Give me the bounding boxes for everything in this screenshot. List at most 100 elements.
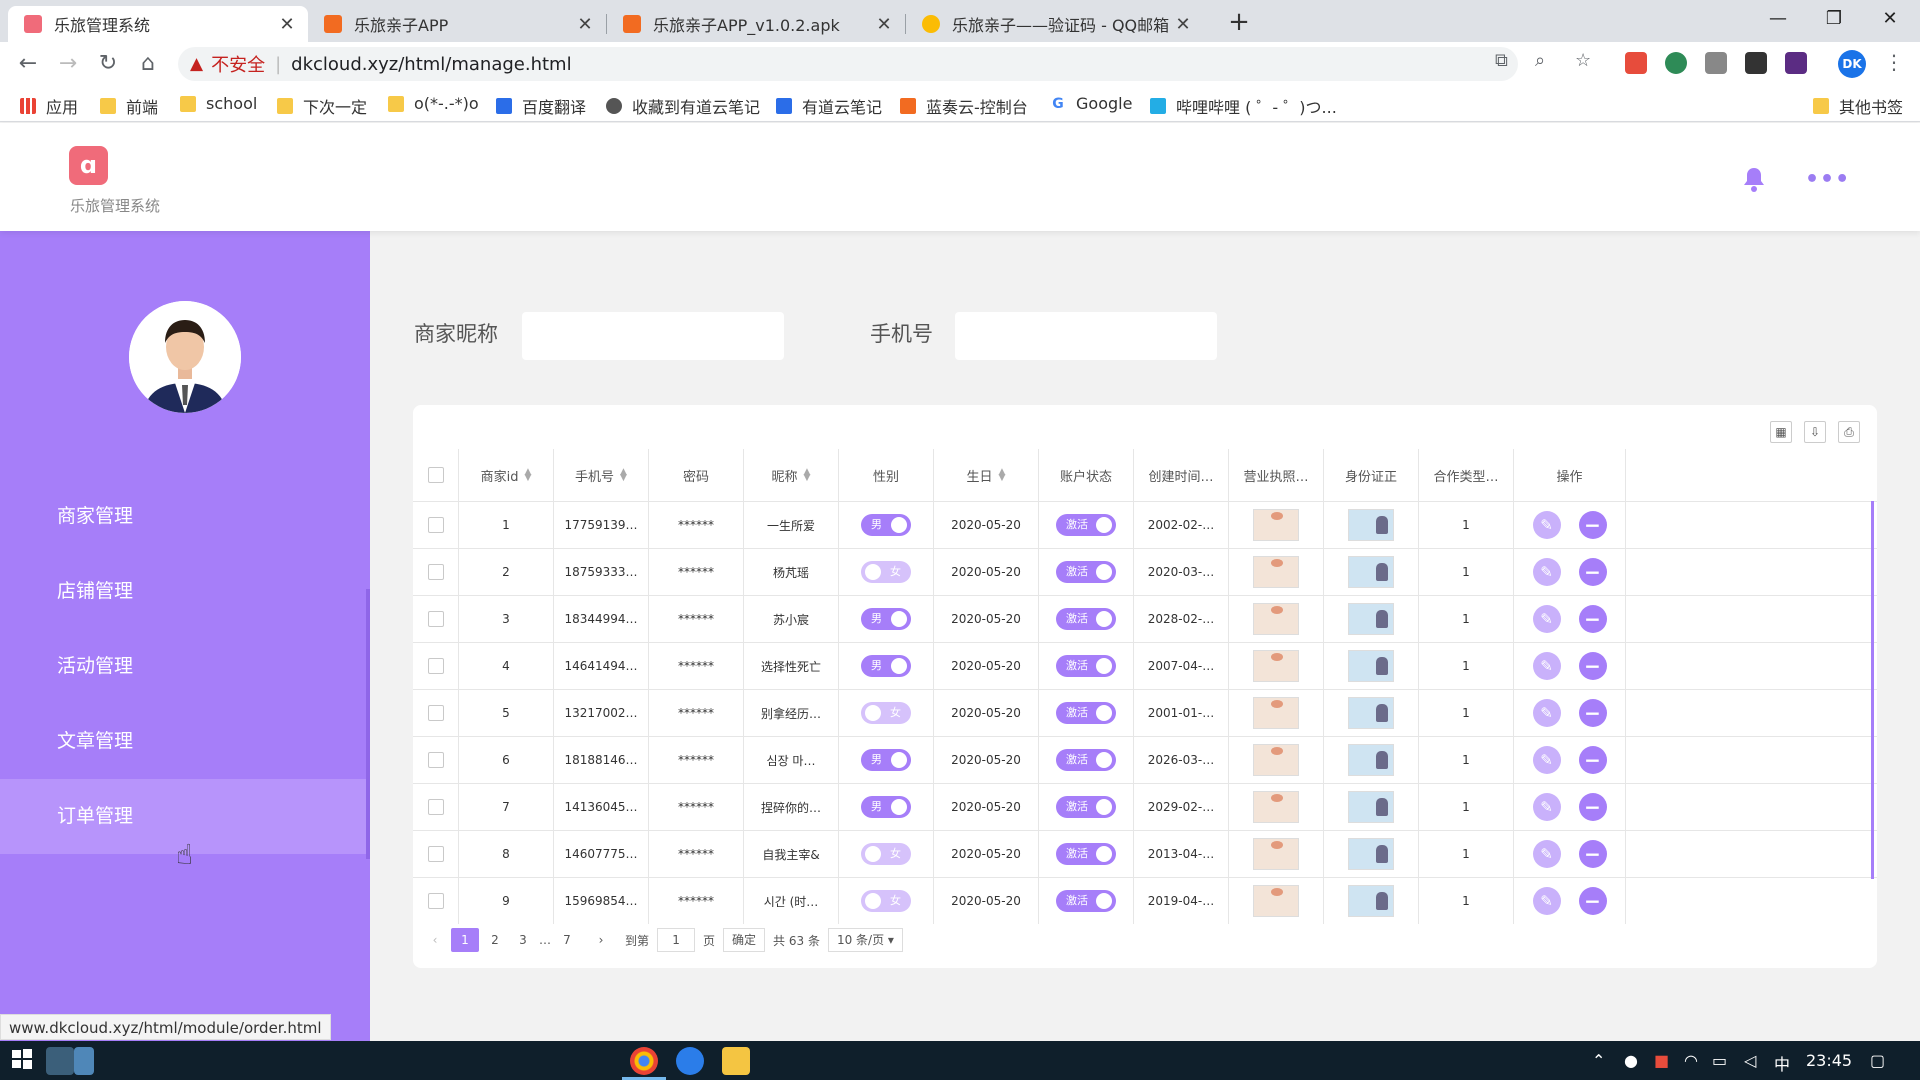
delete-icon[interactable]: − [1578, 840, 1607, 868]
browser-tab[interactable]: 乐旅亲子APP_v1.0.2.apk ✕ [607, 6, 905, 42]
status-toggle[interactable]: 激活 [1056, 514, 1116, 536]
app-icon[interactable] [74, 1047, 94, 1075]
sidebar-scrollbar[interactable] [366, 589, 370, 859]
sidebar-item-stores[interactable]: 店铺管理 [0, 554, 366, 629]
gender-toggle[interactable]: 女 [861, 890, 911, 912]
prev-page-icon[interactable]: ‹ [423, 928, 447, 952]
bookmark-link[interactable]: G Google [1050, 94, 1132, 113]
row-checkbox[interactable] [427, 705, 444, 721]
sidebar-item-merchants[interactable]: 商家管理 [0, 479, 366, 554]
edit-icon[interactable]: ✎ [1532, 887, 1561, 915]
app-icon[interactable] [46, 1047, 74, 1075]
clock[interactable]: 23:45 [1806, 1051, 1852, 1070]
status-toggle[interactable]: 激活 [1056, 749, 1116, 771]
delete-icon[interactable]: − [1578, 699, 1607, 727]
bookmark-link[interactable]: 百度翻译 [496, 94, 586, 118]
sort-icon[interactable]: ▲ ▼ [999, 468, 1006, 483]
translate-icon[interactable]: ⧉ [1495, 50, 1508, 71]
close-icon[interactable]: ✕ [576, 14, 594, 35]
row-checkbox[interactable] [427, 799, 444, 815]
extension-icon[interactable] [1785, 52, 1807, 74]
edit-icon[interactable]: ✎ [1532, 558, 1561, 586]
browser-menu-icon[interactable]: ⋮ [1884, 50, 1904, 74]
bookmark-link[interactable]: 蓝奏云-控制台 [900, 94, 1028, 118]
edit-icon[interactable]: ✎ [1532, 840, 1561, 868]
delete-icon[interactable]: − [1578, 746, 1607, 774]
row-checkbox[interactable] [427, 846, 444, 862]
extension-icon[interactable] [1665, 52, 1687, 74]
row-checkbox[interactable] [427, 658, 444, 674]
idcard-image[interactable] [1348, 885, 1394, 917]
status-toggle[interactable]: 激活 [1056, 796, 1116, 818]
sidebar-item-articles[interactable]: 文章管理 [0, 704, 366, 779]
tray-app-icon[interactable]: ■ [1654, 1051, 1669, 1070]
status-toggle[interactable]: 激活 [1056, 655, 1116, 677]
close-icon[interactable]: ✕ [875, 14, 893, 35]
license-image[interactable] [1253, 744, 1299, 776]
window-close-icon[interactable]: ✕ [1862, 0, 1918, 38]
edit-icon[interactable]: ✎ [1532, 699, 1561, 727]
delete-icon[interactable]: − [1578, 652, 1607, 680]
forward-arrow-icon[interactable]: → [52, 48, 84, 80]
header-phone[interactable]: 手机号 ▲ ▼ [554, 449, 649, 501]
extension-icon[interactable] [1705, 52, 1727, 74]
app-icon[interactable] [676, 1047, 704, 1075]
browser-tab-active[interactable]: 乐旅管理系统 ✕ [8, 6, 308, 42]
battery-icon[interactable]: ▭ [1712, 1051, 1727, 1070]
license-image[interactable] [1253, 791, 1299, 823]
header-nickname[interactable]: 昵称 ▲ ▼ [744, 449, 839, 501]
extension-icon[interactable] [1745, 52, 1767, 74]
page-button[interactable]: 7 [555, 928, 579, 952]
volume-icon[interactable]: ◁ [1744, 1051, 1756, 1070]
wifi-icon[interactable]: ◠ [1684, 1051, 1698, 1070]
row-checkbox[interactable] [427, 752, 444, 768]
license-image[interactable] [1253, 650, 1299, 682]
status-toggle[interactable]: 激活 [1056, 890, 1116, 912]
zoom-icon[interactable]: ⌕ [1535, 50, 1545, 71]
license-image[interactable] [1253, 556, 1299, 588]
page-size-select[interactable]: 10 条/页 ▾ [827, 928, 903, 952]
windows-start-icon[interactable] [10, 1047, 38, 1075]
idcard-image[interactable] [1348, 650, 1394, 682]
print-icon[interactable]: ⎙ [1838, 421, 1860, 443]
bookmark-link[interactable]: 哔哩哔哩 ( ゜- ゜)つ... [1150, 94, 1337, 118]
table-row[interactable]: 5 13217002… ****** 别拿经历… 女 2020-05-20 激活 2001-0… [413, 689, 1877, 736]
tray-chevron-icon[interactable]: ⌃ [1592, 1051, 1605, 1070]
export-icon[interactable]: ⇩ [1804, 421, 1826, 443]
goto-page-input[interactable]: 1 [657, 928, 696, 952]
row-checkbox[interactable] [427, 564, 444, 580]
header-id[interactable]: 商家id ▲ ▼ [459, 449, 554, 501]
address-bar[interactable]: ▲ 不安全 | dkcloud.xyz/html/manage.html [178, 47, 1518, 81]
back-arrow-icon[interactable]: ← [12, 48, 44, 80]
idcard-image[interactable] [1348, 838, 1394, 870]
idcard-image[interactable] [1348, 603, 1394, 635]
status-toggle[interactable]: 激活 [1056, 608, 1116, 630]
notification-icon[interactable]: ▢ [1870, 1051, 1885, 1070]
home-icon[interactable]: ⌂ [132, 48, 164, 80]
bookmark-other[interactable]: 其他书签 [1813, 94, 1903, 118]
idcard-image[interactable] [1348, 697, 1394, 729]
delete-icon[interactable]: − [1578, 558, 1607, 586]
delete-icon[interactable]: − [1578, 605, 1607, 633]
microphone-icon[interactable]: ● [1624, 1051, 1638, 1070]
status-toggle[interactable]: 激活 [1056, 843, 1116, 865]
close-icon[interactable]: ✕ [278, 14, 296, 35]
license-image[interactable] [1253, 509, 1299, 541]
file-explorer-icon[interactable] [722, 1047, 750, 1075]
chrome-icon[interactable] [630, 1047, 658, 1075]
extension-icon[interactable] [1625, 52, 1647, 74]
table-row[interactable]: 3 18344994… ****** 苏小宸 男 2020-05-20 激活 2028-02-… [413, 595, 1877, 642]
delete-icon[interactable]: − [1578, 793, 1607, 821]
gender-toggle[interactable]: 女 [861, 843, 911, 865]
user-avatar[interactable] [129, 301, 241, 413]
idcard-image[interactable] [1348, 509, 1394, 541]
bookmark-link[interactable]: 有道云笔记 [776, 94, 882, 118]
license-image[interactable] [1253, 885, 1299, 917]
gender-toggle[interactable]: 男 [861, 796, 911, 818]
page-button[interactable]: 3 [511, 928, 535, 952]
table-row[interactable]: 7 14136045… ****** 捏碎你的… 男 2020-05-20 激活 2029-0… [413, 783, 1877, 830]
table-row[interactable]: 8 14607775… ****** 自我主宰& 女 2020-05-20 激活 2013-0… [413, 830, 1877, 877]
bookmark-folder[interactable]: 前端 [100, 94, 158, 118]
minimize-icon[interactable]: — [1750, 0, 1806, 38]
page-button-current[interactable]: 1 [451, 928, 479, 952]
